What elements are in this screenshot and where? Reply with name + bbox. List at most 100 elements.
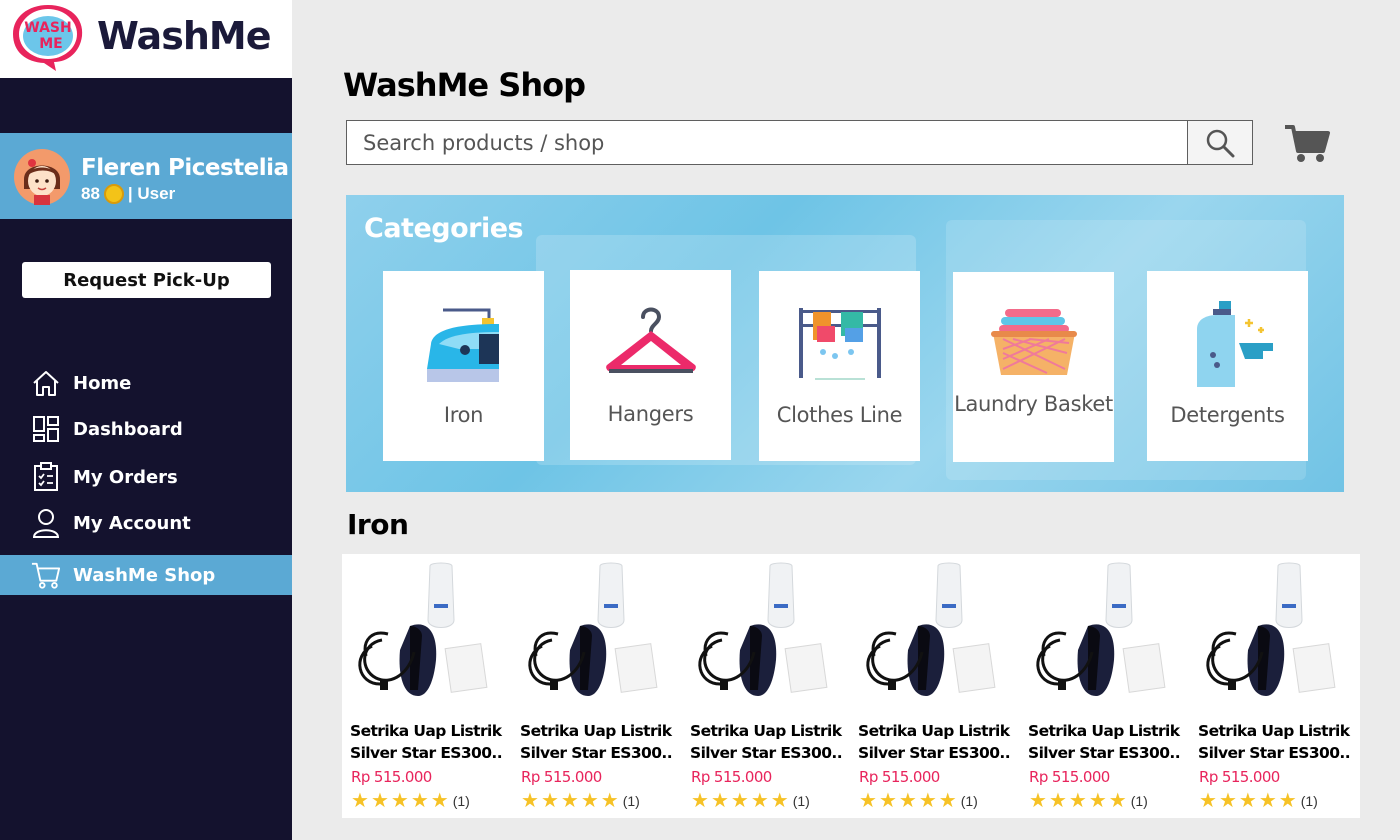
- star-icon: ★: [1199, 790, 1217, 812]
- sidebar-item-label: My Orders: [73, 466, 178, 488]
- sidebar-item-my-orders[interactable]: My Orders: [0, 457, 292, 497]
- review-count: (1): [452, 793, 470, 809]
- app-header: WASH ME WashMe: [0, 0, 292, 78]
- star-icon: ★: [410, 790, 429, 812]
- star-icon: ★: [691, 790, 709, 812]
- star-icon: ★: [730, 790, 749, 812]
- star-icon: ★: [710, 790, 729, 812]
- star-icon: ★: [878, 790, 897, 812]
- star-icon: ★: [430, 790, 449, 812]
- star-icon: ★: [918, 790, 937, 812]
- product-image: [860, 560, 1000, 706]
- product-price: Rp 515.000: [691, 768, 772, 786]
- star-icon: ★: [938, 790, 957, 812]
- product-image: [1200, 560, 1340, 706]
- home-icon: [31, 368, 61, 398]
- star-icon: ★: [390, 790, 409, 812]
- star-icon: ★: [560, 790, 579, 812]
- star-icon: ★: [1068, 790, 1087, 812]
- category-card-clothes-line[interactable]: Clothes Line: [759, 271, 920, 461]
- categories-title: Categories: [364, 213, 524, 244]
- star-icon: ★: [370, 790, 389, 812]
- coin-count: 88: [81, 184, 100, 203]
- review-count: (1): [1130, 793, 1148, 809]
- product-name: Setrika Uap Listrik Silver Star ES300..: [1028, 722, 1181, 762]
- detergent-icon: [1178, 299, 1278, 389]
- shopping-cart-icon: [1285, 125, 1330, 162]
- category-label: Hangers: [607, 402, 694, 426]
- hanger-icon: [601, 298, 701, 388]
- product-card[interactable]: Setrika Uap Listrik Silver Star ES300.. R…: [512, 554, 678, 818]
- sidebar-item-label: WashMe Shop: [73, 564, 216, 586]
- avatar: [14, 149, 70, 205]
- sidebar-item-washme-shop[interactable]: WashMe Shop: [0, 555, 292, 595]
- section-title: Iron: [347, 508, 409, 541]
- product-card[interactable]: Setrika Uap Listrik Silver Star ES300.. R…: [1190, 554, 1356, 818]
- product-rating: ★ ★ ★ ★ ★ (1): [859, 791, 978, 811]
- category-card-laundry-basket[interactable]: Laundry Basket: [953, 272, 1114, 462]
- star-icon: ★: [1088, 790, 1107, 812]
- category-card-hangers[interactable]: Hangers: [570, 270, 731, 460]
- sidebar-item-dashboard[interactable]: Dashboard: [0, 409, 292, 449]
- star-icon: ★: [540, 790, 559, 812]
- profile-card[interactable]: Fleren Picestelia 88 | User: [0, 133, 292, 219]
- dashboard-icon: [31, 414, 61, 444]
- product-card[interactable]: Setrika Uap Listrik Silver Star ES300.. R…: [342, 554, 508, 818]
- product-image: [692, 560, 832, 706]
- sidebar-item-home[interactable]: Home: [0, 363, 292, 403]
- categories-panel: Categories Iron Hangers Clothes Line Lau…: [346, 195, 1344, 492]
- search-button[interactable]: [1187, 120, 1253, 165]
- product-list: Setrika Uap Listrik Silver Star ES300.. R…: [342, 554, 1360, 818]
- product-rating: ★ ★ ★ ★ ★ (1): [1029, 791, 1148, 811]
- washme-logo-icon[interactable]: WASH ME: [10, 2, 86, 72]
- sidebar: Fleren Picestelia 88 | User Request Pick…: [0, 78, 292, 840]
- cart-button[interactable]: [1280, 120, 1334, 166]
- review-count: (1): [792, 793, 810, 809]
- product-rating: ★ ★ ★ ★ ★ (1): [1199, 791, 1318, 811]
- category-card-detergents[interactable]: Detergents: [1147, 271, 1308, 461]
- coin-icon: [103, 184, 124, 204]
- product-rating: ★ ★ ★ ★ ★ (1): [521, 791, 640, 811]
- sidebar-item-my-account[interactable]: My Account: [0, 503, 292, 543]
- page-title: WashMe Shop: [343, 66, 586, 104]
- user-icon: [31, 508, 61, 538]
- star-icon: ★: [1048, 790, 1067, 812]
- star-icon: ★: [770, 790, 789, 812]
- profile-meta: 88 | User: [81, 184, 175, 204]
- product-price: Rp 515.000: [859, 768, 940, 786]
- star-icon: ★: [580, 790, 599, 812]
- star-icon: ★: [859, 790, 877, 812]
- product-price: Rp 515.000: [1029, 768, 1110, 786]
- svg-text:ME: ME: [39, 36, 63, 52]
- star-icon: ★: [1258, 790, 1277, 812]
- category-label: Laundry Basket: [954, 392, 1113, 416]
- laundry-basket-icon: [984, 296, 1084, 386]
- request-pickup-button[interactable]: Request Pick-Up: [22, 262, 271, 298]
- product-price: Rp 515.000: [1199, 768, 1280, 786]
- star-icon: ★: [351, 790, 369, 812]
- product-name: Setrika Uap Listrik Silver Star ES300..: [690, 722, 843, 762]
- search-input[interactable]: [346, 120, 1188, 165]
- sidebar-item-label: Home: [73, 372, 132, 394]
- profile-name: Fleren Picestelia: [81, 155, 289, 181]
- product-name: Setrika Uap Listrik Silver Star ES300..: [520, 722, 673, 762]
- category-card-iron[interactable]: Iron: [383, 271, 544, 461]
- cart-icon: [31, 560, 61, 590]
- app-name: WashMe: [97, 14, 271, 58]
- star-icon: ★: [1108, 790, 1127, 812]
- search-icon: [1206, 129, 1235, 157]
- product-rating: ★ ★ ★ ★ ★ (1): [691, 791, 810, 811]
- star-icon: ★: [1029, 790, 1047, 812]
- product-card[interactable]: Setrika Uap Listrik Silver Star ES300.. R…: [850, 554, 1016, 818]
- review-count: (1): [1300, 793, 1318, 809]
- category-label: Clothes Line: [776, 403, 903, 427]
- product-card[interactable]: Setrika Uap Listrik Silver Star ES300.. R…: [682, 554, 848, 818]
- product-image: [1030, 560, 1170, 706]
- category-label: Iron: [443, 403, 484, 427]
- product-name: Setrika Uap Listrik Silver Star ES300..: [1198, 722, 1351, 762]
- product-card[interactable]: Setrika Uap Listrik Silver Star ES300.. R…: [1020, 554, 1186, 818]
- star-icon: ★: [898, 790, 917, 812]
- review-count: (1): [622, 793, 640, 809]
- iron-icon: [414, 299, 514, 389]
- star-icon: ★: [1278, 790, 1297, 812]
